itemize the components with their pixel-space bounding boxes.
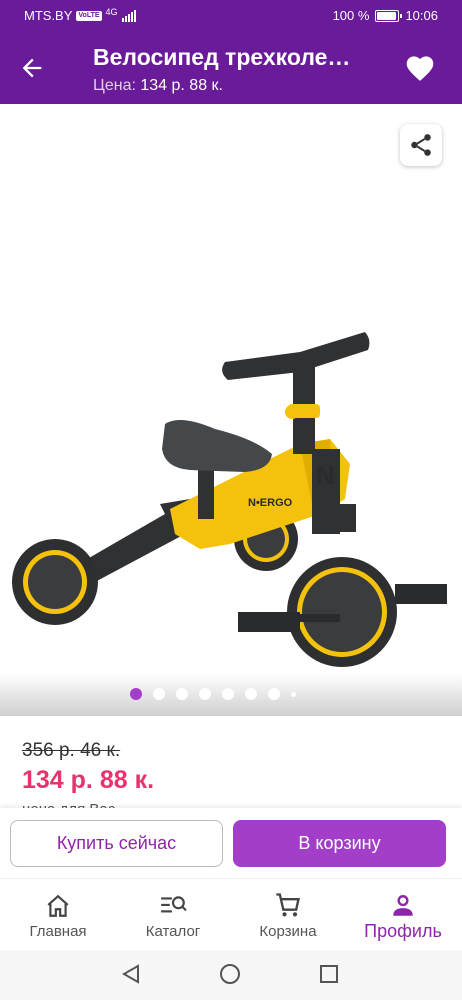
- slide-dot[interactable]: [291, 691, 296, 697]
- heart-icon: [406, 56, 434, 81]
- system-home-icon[interactable]: [219, 963, 241, 985]
- signal-icon: [121, 9, 136, 22]
- home-icon: [45, 879, 71, 919]
- action-bar: Купить сейчас В корзину: [0, 808, 462, 878]
- slide-dot[interactable]: [176, 688, 188, 700]
- system-back-icon[interactable]: [120, 963, 142, 985]
- product-image: N•ERGO N: [12, 332, 447, 667]
- volte-badge: VoLTE: [76, 10, 102, 21]
- arrow-left-icon: [22, 58, 42, 78]
- clock: 10:06: [405, 8, 438, 23]
- nav-item-cart[interactable]: Корзина: [242, 879, 334, 951]
- battery-icon: [375, 9, 403, 22]
- nav-label-cart: Корзина: [259, 923, 317, 940]
- profile-icon: [390, 879, 416, 919]
- frame-brand-text: N•ERGO: [248, 497, 293, 509]
- bottom-nav: Главная Каталог Корзина Профиль: [0, 878, 462, 950]
- price-block: 356 р. 46 к. 134 р. 88 к. цена для Вас: [0, 716, 462, 811]
- nav-item-profile[interactable]: Профиль: [357, 879, 449, 951]
- status-bar: MTS.BY VoLTE 4G 100 % 10:06: [0, 0, 462, 32]
- product-gallery[interactable]: N•ERGO N: [0, 104, 462, 716]
- current-price: 134 р. 88 к.: [22, 766, 155, 794]
- slide-dot[interactable]: [199, 688, 211, 700]
- nav-item-home[interactable]: Главная: [12, 879, 104, 951]
- slide-indicator: [130, 688, 296, 700]
- carrier-name: MTS.BY: [24, 8, 73, 23]
- network-type: 4G: [105, 6, 118, 17]
- nav-label-catalog: Каталог: [145, 923, 201, 940]
- status-right: 100 % 10:06: [333, 8, 438, 23]
- price-value: 134 р. 88 к.: [140, 77, 223, 94]
- slide-dot[interactable]: [245, 688, 257, 700]
- price-subtitle: Цена: 134 р. 88 к.: [93, 77, 223, 95]
- slide-dot[interactable]: [222, 688, 234, 700]
- nav-label-home: Главная: [29, 923, 87, 940]
- old-price: 356 р. 46 к.: [22, 740, 121, 761]
- slide-dot[interactable]: [268, 688, 280, 700]
- slide-dot[interactable]: [153, 688, 165, 700]
- nav-item-catalog[interactable]: Каталог: [127, 879, 219, 951]
- slide-dot[interactable]: [130, 688, 142, 700]
- share-button[interactable]: [400, 124, 442, 166]
- buy-now-button[interactable]: Купить сейчас: [10, 820, 223, 867]
- add-to-cart-button[interactable]: В корзину: [233, 820, 446, 867]
- favorite-button[interactable]: [404, 52, 436, 82]
- app-bar: Велосипед трехколе… Цена: 134 р. 88 к.: [0, 32, 462, 104]
- back-button[interactable]: [18, 54, 46, 82]
- cart-icon: [274, 879, 302, 919]
- battery-percent: 100 %: [332, 8, 370, 23]
- system-nav-bar: [0, 950, 462, 1000]
- system-recents-icon[interactable]: [318, 963, 340, 985]
- catalog-search-icon: [159, 879, 187, 919]
- price-label: Цена:: [93, 77, 136, 94]
- page-title: Велосипед трехколе…: [93, 44, 351, 70]
- frame-logo-text: N: [316, 460, 335, 490]
- status-left: MTS.BY VoLTE 4G: [24, 6, 136, 23]
- share-icon: [411, 134, 431, 156]
- nav-label-profile: Профиль: [364, 921, 442, 941]
